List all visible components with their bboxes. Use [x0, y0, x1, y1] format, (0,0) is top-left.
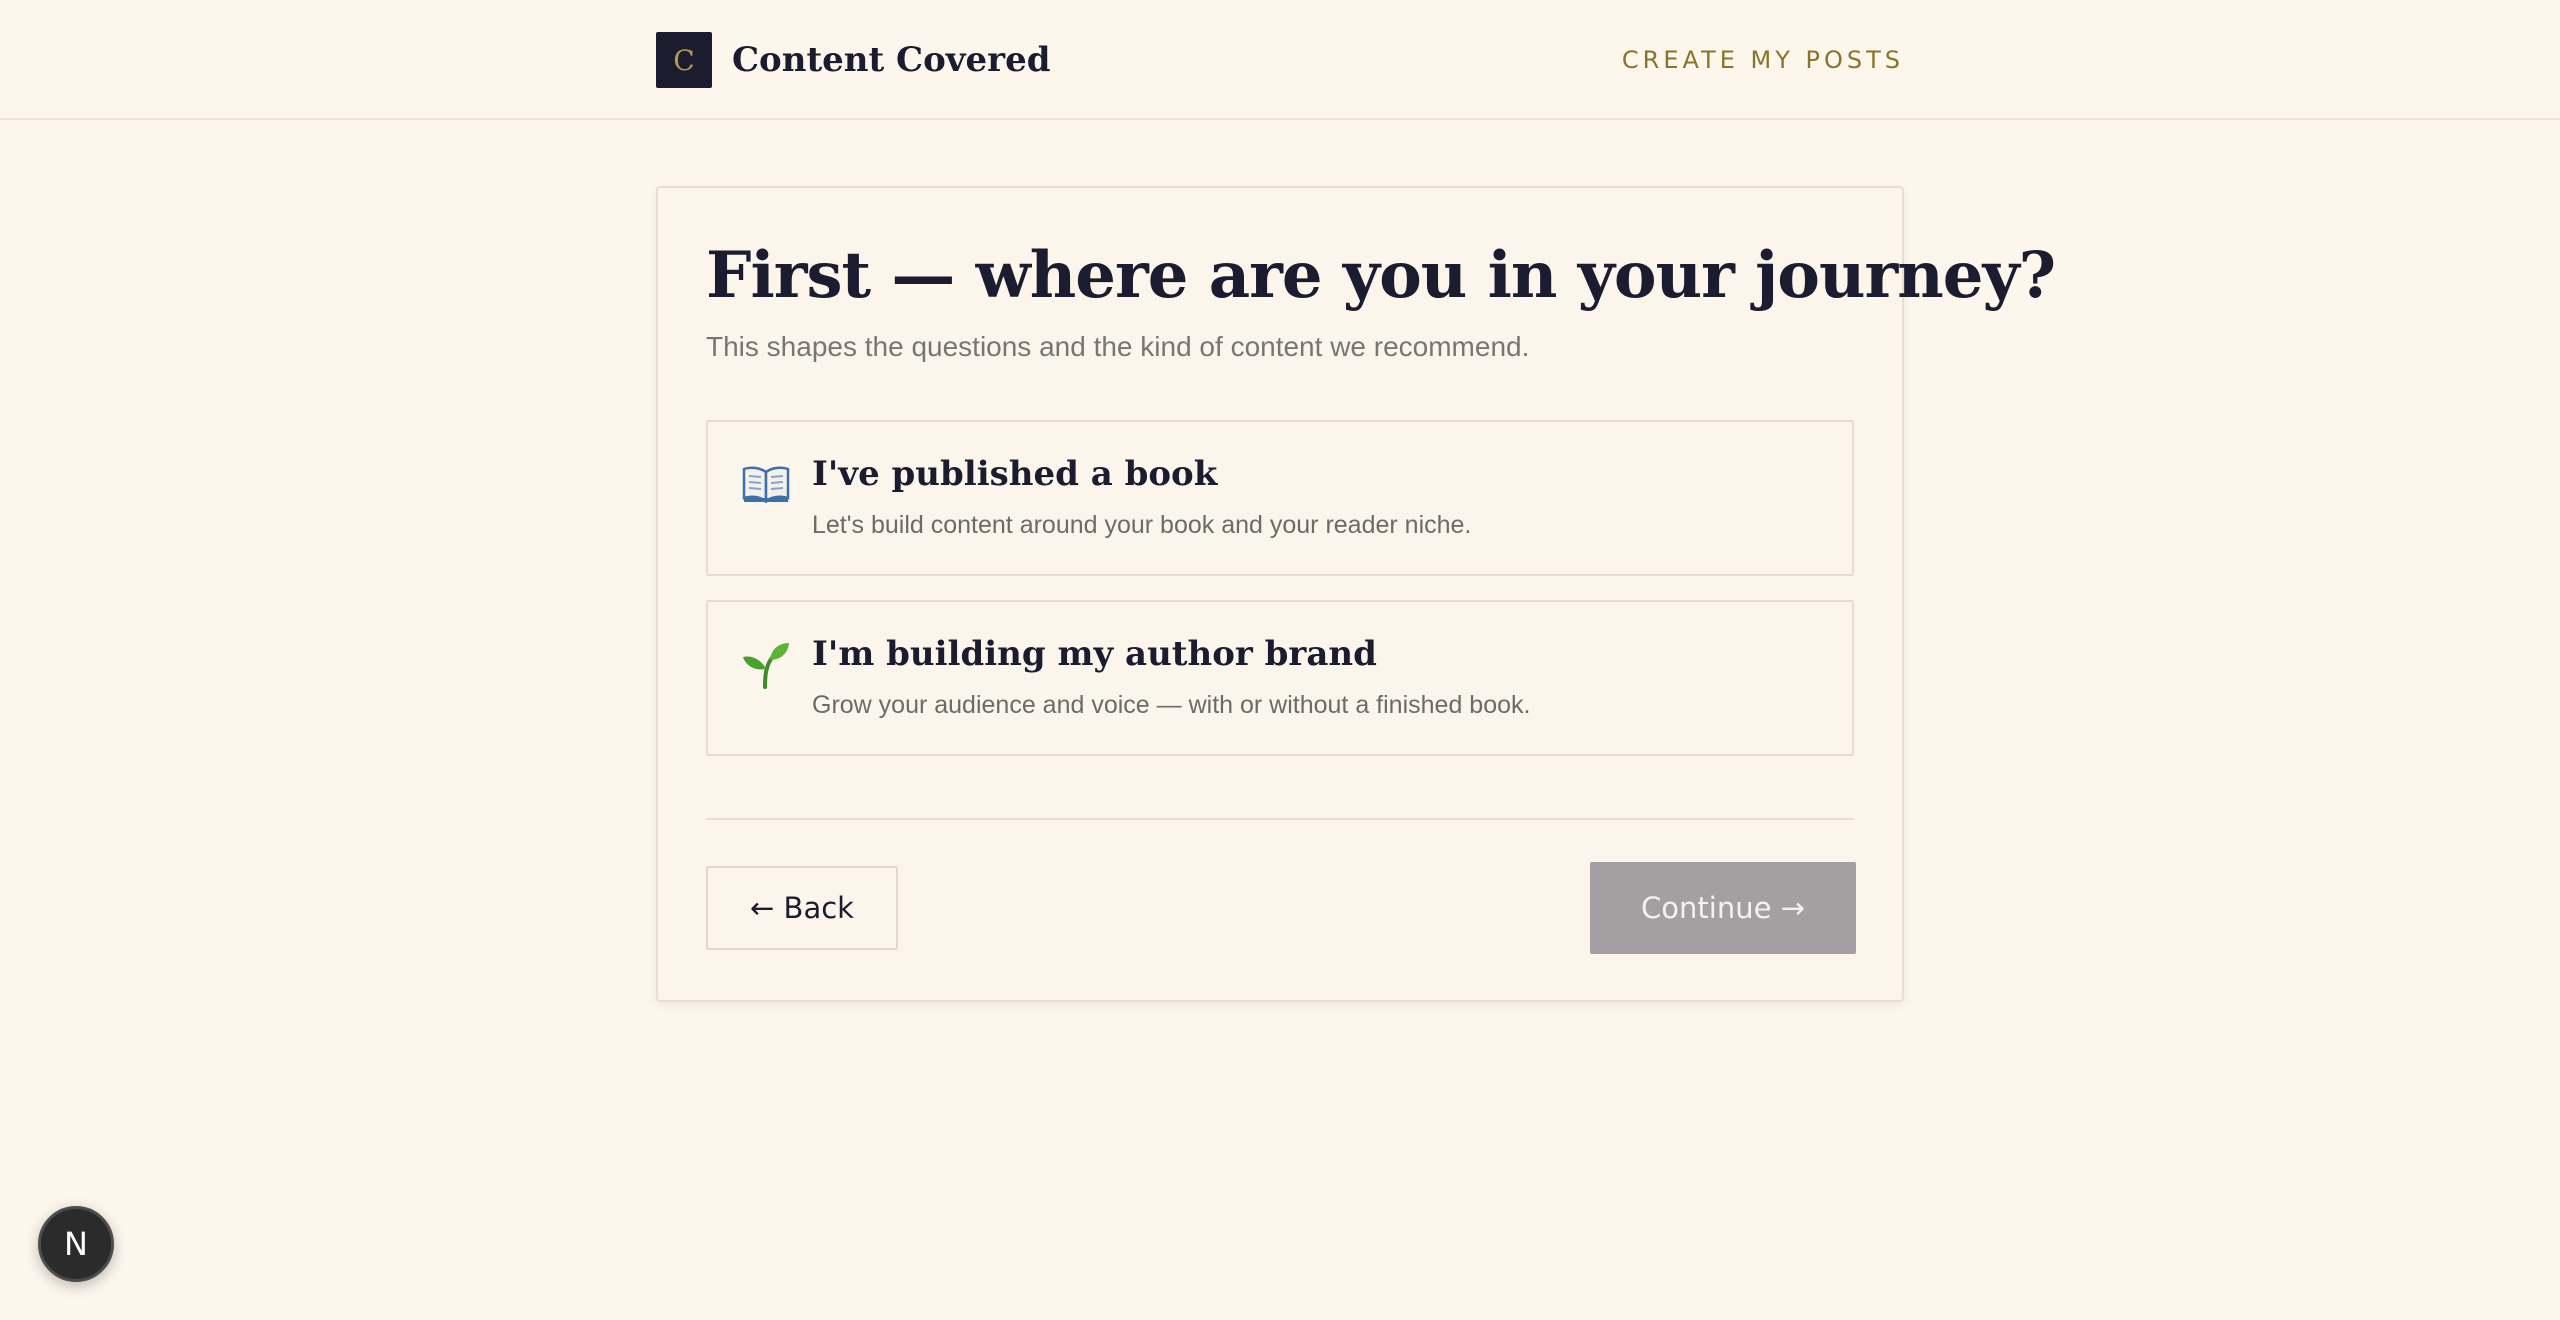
top-header: C Content Covered CREATE MY POSTS	[0, 0, 2560, 120]
option-description: Grow your audience and voice — with or w…	[812, 691, 1531, 719]
divider	[706, 818, 1854, 820]
open-book-icon	[740, 458, 792, 510]
logo-icon[interactable]: C	[656, 32, 712, 88]
journey-card: First — where are you in your journey? T…	[656, 186, 2056, 1002]
dev-tools-badge[interactable]: N	[38, 1206, 114, 1282]
continue-button[interactable]: Continue →	[1590, 862, 1856, 954]
back-button[interactable]: ← Back	[706, 866, 898, 950]
option-published-book[interactable]: I've published a book Let's build conten…	[706, 420, 1854, 576]
option-title: I've published a book	[812, 454, 1218, 494]
option-title: I'm building my author brand	[812, 634, 1377, 674]
seedling-icon	[740, 638, 792, 690]
option-description: Let's build content around your book and…	[812, 511, 1472, 539]
option-author-brand[interactable]: I'm building my author brand Grow your a…	[706, 600, 1854, 756]
page-subtitle: This shapes the questions and the kind o…	[706, 331, 1530, 362]
page-title: First — where are you in your journey?	[706, 238, 2056, 313]
create-my-posts-link[interactable]: CREATE MY POSTS	[1622, 44, 1904, 76]
brand-name[interactable]: Content Covered	[732, 38, 1051, 82]
